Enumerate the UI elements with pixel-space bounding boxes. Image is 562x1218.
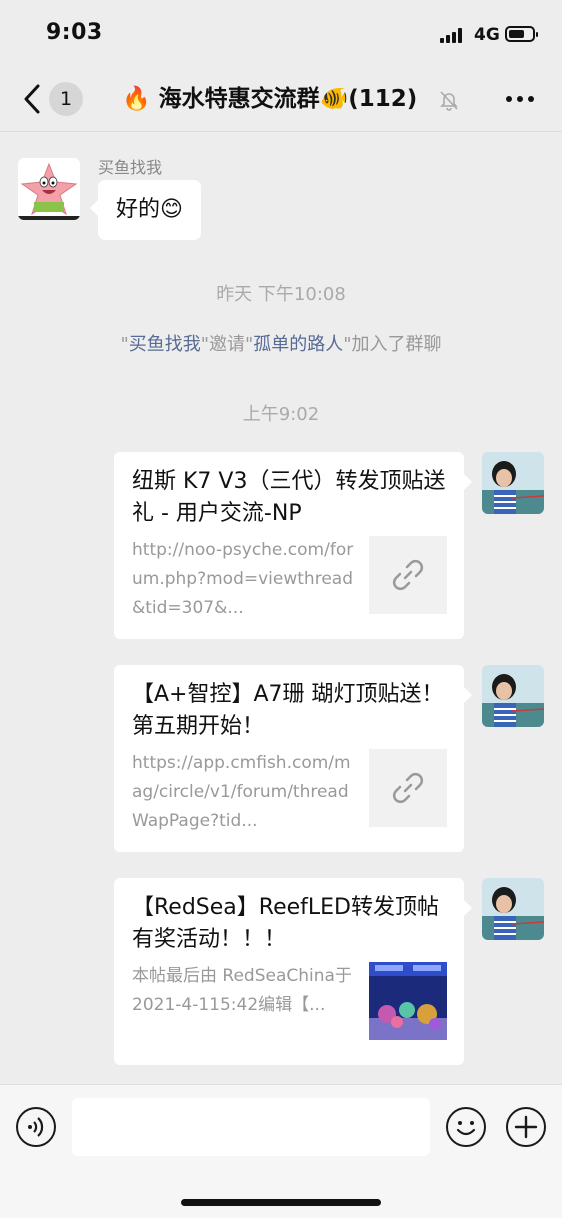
more-options-icon[interactable] (504, 96, 536, 104)
link-card-thumbnail (369, 749, 447, 827)
timestamp: 昨天 下午10:08 (216, 284, 346, 305)
timestamp: 上午9:02 (242, 404, 320, 425)
message-list[interactable]: 买鱼找我 好的😊 昨天 下午10:08 "买鱼找我"邀请"孤单的路人"加入了群聊… (0, 132, 562, 1084)
link-card-excerpt: 本帖最后由 RedSeaChina于2021-4-115:42编辑【... (132, 966, 352, 1015)
network-type: 4G (474, 25, 500, 45)
plus-icon (514, 1115, 538, 1139)
link-icon (392, 772, 424, 804)
link-card-title: 纽斯 K7 V3（三代）转发顶贴送礼 - 用户交流-NP (132, 469, 446, 526)
more-functions-button[interactable] (506, 1107, 546, 1147)
battery-icon (505, 26, 538, 42)
voice-input-button[interactable] (16, 1107, 56, 1147)
group-chat-title: 🔥 海水特惠交流群🐠(112) (122, 86, 418, 112)
status-time: 9:03 (46, 20, 103, 45)
mute-bell-icon (440, 91, 458, 111)
aquarium-thumbnail-image (369, 962, 447, 1040)
message-text-input[interactable] (72, 1098, 430, 1156)
link-card-title: 【A+智控】A7珊 瑚灯顶贴送！第五期开始！ (132, 682, 444, 739)
invitee-name-link[interactable]: 孤单的路人 (253, 334, 343, 355)
system-join-notice: "买鱼找我"邀请"孤单的路人"加入了群聊 (0, 330, 562, 356)
smiley-icon (456, 1121, 476, 1136)
voice-icon (28, 1117, 44, 1137)
back-chevron-icon[interactable] (22, 82, 44, 116)
cellular-signal-icon (440, 27, 466, 43)
quote-open: " (120, 334, 129, 355)
chat-header: 1 🔥 海水特惠交流群🐠(112) (0, 64, 562, 132)
link-card-thumbnail (369, 536, 447, 614)
incoming-message-bubble[interactable]: 好的😊 (90, 180, 201, 240)
sender-name: 买鱼找我 (98, 158, 163, 177)
link-card[interactable]: 【RedSea】ReefLED转发顶帖有奖活动！！！ 本帖最后由 RedSeaC… (114, 878, 472, 1065)
link-icon (392, 559, 424, 591)
invite-text: "邀请" (200, 334, 254, 355)
emoji-button[interactable] (446, 1107, 486, 1147)
self-avatar[interactable] (482, 452, 544, 514)
home-indicator[interactable] (181, 1199, 381, 1206)
link-card-url: http://noo-psyche.com/forum.php?mod=view… (132, 540, 354, 618)
sender-avatar[interactable] (18, 158, 80, 220)
link-card-url: https://app.cmfish.com/mag/circle/v1/for… (132, 753, 351, 831)
inviter-name-link[interactable]: 买鱼找我 (129, 334, 201, 355)
status-bar: 9:03 4G (0, 0, 562, 64)
link-card-title: 【RedSea】ReefLED转发顶帖有奖活动！！！ (132, 895, 439, 952)
message-input-bar (0, 1084, 562, 1218)
link-card[interactable]: 纽斯 K7 V3（三代）转发顶贴送礼 - 用户交流-NP http://noo-… (114, 452, 472, 639)
join-text: "加入了群聊 (343, 334, 442, 355)
self-avatar[interactable] (482, 878, 544, 940)
link-card[interactable]: 【A+智控】A7珊 瑚灯顶贴送！第五期开始！ https://app.cmfis… (114, 665, 472, 852)
self-avatar[interactable] (482, 665, 544, 727)
unread-count-badge[interactable]: 1 (49, 82, 83, 116)
